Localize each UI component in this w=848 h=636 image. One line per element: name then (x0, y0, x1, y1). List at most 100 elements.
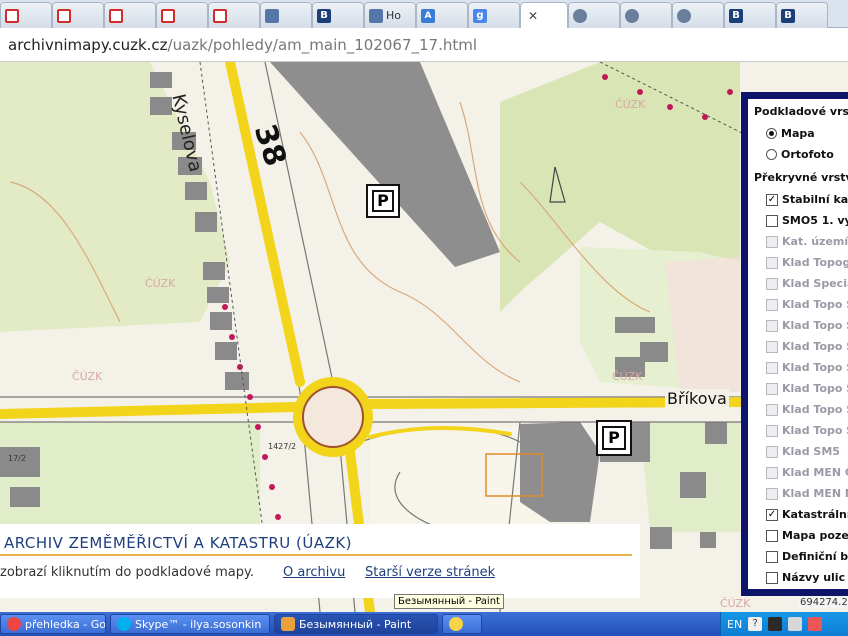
browser-tab[interactable] (568, 2, 620, 28)
address-path: /uazk/pohledy/am_main_102067_17.html (167, 35, 478, 54)
layer-label: Klad Topo S (782, 319, 848, 332)
overlay-layer-option: Klad MEN Č (766, 466, 848, 479)
radio-button[interactable] (766, 128, 777, 139)
browser-tab-bar: B Ho Ag ✕ B B (0, 0, 848, 612)
layer-checkbox (766, 298, 778, 311)
b-icon: B (729, 8, 743, 23)
layer-checkbox[interactable]: ✓ (766, 193, 778, 206)
overlay-layer-option[interactable]: Názvy ulic (766, 571, 845, 584)
browser-tab[interactable]: B (724, 2, 776, 28)
layer-label: Klad Speciální (782, 277, 848, 290)
overlay-layer-option: Klad SM5 (766, 445, 840, 458)
layer-label: SMO5 1. vydání (782, 214, 848, 227)
about-archive-link[interactable]: O archivu (283, 565, 345, 580)
browser-tab[interactable]: g (468, 2, 520, 28)
overlay-layer-option: Klad Topo S (766, 361, 848, 374)
layer-checkbox[interactable] (766, 529, 778, 542)
base-layers-header: Podkladové vrstvy (754, 105, 848, 118)
overlay-layer-option[interactable]: ✓ Katastrální m (766, 508, 848, 521)
volume-icon[interactable] (788, 617, 803, 631)
browser-tab[interactable] (52, 2, 104, 28)
help-icon[interactable]: ? (748, 617, 763, 631)
taskbar-paint[interactable]: Безымянный - Paint (274, 614, 438, 634)
browser-tab[interactable]: B (776, 2, 828, 28)
taskbar-item-extra[interactable] (442, 614, 482, 634)
taskbar-skype[interactable]: Skype™ - ilya.sosonkin (110, 614, 270, 634)
browser-tab[interactable] (104, 2, 156, 28)
overlay-layer-option: Klad MEN M (766, 487, 848, 500)
layer-label: Kat. území s (782, 235, 848, 248)
parking-sign: P (366, 184, 400, 218)
taskbar-item-label: Skype™ - ilya.sosonkin (135, 617, 262, 631)
layer-panel: Podkladové vrstvy Překryvné vrstvy Mapa O… (741, 92, 848, 596)
close-tab-icon[interactable]: ✕ (528, 9, 538, 23)
b-icon: B (781, 8, 795, 23)
overlay-layer-option[interactable]: Definiční bo (766, 550, 848, 563)
layer-checkbox[interactable]: ✓ (766, 508, 778, 521)
map-watermark: ČÚZK (612, 370, 643, 383)
layer-checkbox[interactable] (766, 550, 778, 563)
translate-icon: A (421, 8, 435, 23)
layer-label: Klad Topograf (782, 256, 848, 269)
base-layer-option[interactable]: Mapa (766, 127, 815, 140)
layer-label: Klad Topo S (782, 382, 848, 395)
layer-checkbox (766, 319, 778, 332)
tray-app-icon[interactable] (808, 617, 823, 631)
layer-label: Mapa (781, 127, 815, 140)
overlay-layer-option: Kat. území s (766, 235, 848, 248)
radio-button[interactable] (766, 149, 777, 160)
taskbar-tooltip: Безымянный - Paint (394, 594, 504, 609)
overlay-layer-option[interactable]: ✓ Stabilní katastr (766, 193, 848, 206)
map-watermark: ČÚZK (720, 597, 751, 610)
base-layer-option[interactable]: Ortofoto (766, 148, 834, 161)
layer-checkbox (766, 340, 778, 353)
browser-tab[interactable] (620, 2, 672, 28)
layer-checkbox[interactable] (766, 571, 778, 584)
overlay-layer-option[interactable]: Mapa pozemk (766, 529, 848, 542)
overlay-layer-option: Klad Topo S (766, 424, 848, 437)
address-bar[interactable]: archivnimapy.cuzk.cz/uazk/pohledy/am_mai… (0, 28, 848, 62)
overlay-layer-option: Klad Topograf (766, 256, 848, 269)
cart-icon (213, 8, 227, 23)
cuzk-icon (677, 8, 691, 23)
browser-tab[interactable]: Ho (364, 2, 416, 28)
layer-label: Klad Topo S (782, 424, 848, 437)
overlay-layer-option: Klad Topo S (766, 298, 848, 311)
google-icon: g (473, 8, 487, 23)
layer-label: Klad Topo S (782, 298, 848, 311)
older-pages-link[interactable]: Starší verze stránek (365, 565, 495, 580)
coordinate-readout: 694274.2 (798, 597, 848, 608)
overlay-layer-option: Klad Topo S (766, 382, 848, 395)
browser-tab[interactable] (672, 2, 724, 28)
browser-tab[interactable]: A (416, 2, 468, 28)
browser-tab[interactable] (0, 2, 52, 28)
building (520, 422, 600, 522)
overlay-layer-option: Klad Speciální (766, 277, 848, 290)
taskbar-item-label: přehledka - Go... (25, 617, 106, 631)
browser-tab[interactable] (260, 2, 312, 28)
overlay-layer-option[interactable]: SMO5 1. vydání (766, 214, 848, 227)
lot-label: 17/2 (8, 454, 26, 463)
tab-label: Ho (386, 9, 402, 22)
layer-label: Mapa pozemk (782, 529, 848, 542)
cart-icon (109, 8, 123, 23)
banner-divider (0, 554, 632, 556)
layer-checkbox (766, 277, 778, 290)
page-icon (369, 8, 383, 23)
taskbar-chrome[interactable]: přehledka - Go... (0, 614, 106, 634)
overlay-layer-option: Klad Topo S (766, 340, 848, 353)
browser-tab[interactable]: ✕ (0, 2, 848, 612)
browser-tab[interactable] (208, 2, 260, 28)
skype-icon (117, 617, 131, 631)
layer-checkbox (766, 235, 778, 248)
layer-checkbox (766, 361, 778, 374)
language-indicator[interactable]: EN (727, 618, 742, 631)
browser-tab[interactable]: B (312, 2, 364, 28)
cart-icon (5, 8, 19, 23)
browser-tab[interactable] (156, 2, 208, 28)
layer-checkbox[interactable] (766, 214, 778, 227)
layer-label: Klad Topo S (782, 340, 848, 353)
cuzk-icon (625, 8, 639, 23)
layer-checkbox (766, 466, 778, 479)
network-icon[interactable] (768, 617, 783, 631)
